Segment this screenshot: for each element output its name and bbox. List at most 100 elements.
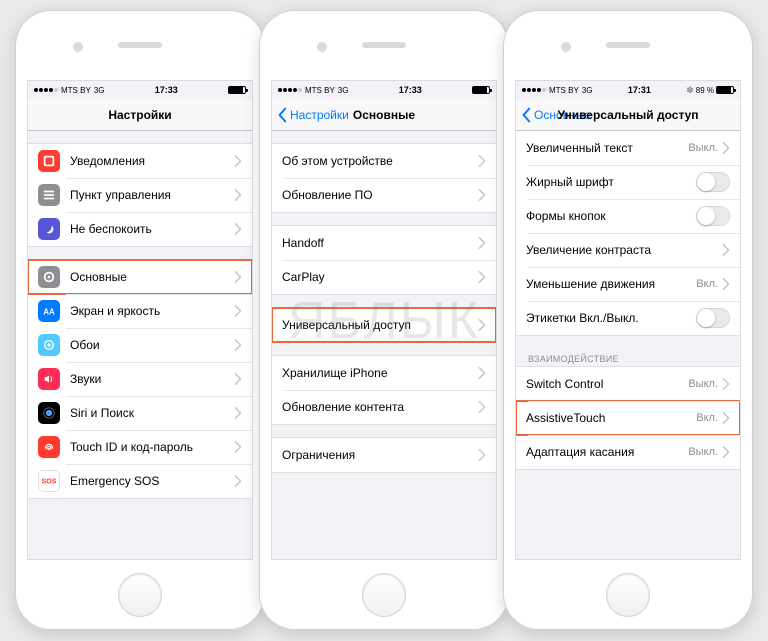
row-label: Адаптация касания [526,445,688,459]
row-label: Увеличенный текст [526,141,688,155]
chevron-icon [234,441,242,453]
settings-row[interactable]: Не беспокоить [28,212,252,246]
phone-3: MTS BY 3G 17:31 ✽ 89 % Основные Универса… [503,10,753,630]
phone-2: MTS BY 3G 17:33 Настройки Основные Об эт… [259,10,509,630]
network: 3G [94,86,105,95]
dnd-icon [38,218,60,240]
phone-top [503,10,753,80]
settings-row[interactable]: Siri и Поиск [28,396,252,430]
time: 17:33 [104,85,228,95]
battery-icon [228,86,246,94]
navbar: Настройки Основные [272,99,496,131]
settings-row[interactable]: Ограничения [272,438,496,472]
row-label: Этикетки Вкл./Выкл. [526,311,696,325]
back-label: Основные [534,108,591,122]
touchid-icon [38,436,60,458]
chevron-icon [234,475,242,487]
chevron-left-icon [520,107,532,123]
settings-row[interactable]: Обновление ПО [272,178,496,212]
chevron-icon [234,155,242,167]
nav-title: Настройки [28,108,252,122]
chevron-icon [478,367,486,379]
row-label: Уменьшение движения [526,277,696,291]
settings-row[interactable]: AssistiveTouchВкл. [516,401,740,435]
chevron-icon [478,237,486,249]
settings-row[interactable]: Этикетки Вкл./Выкл. [516,301,740,335]
home-button[interactable] [606,573,650,617]
battery-icon [716,86,734,94]
time: 17:31 [592,85,686,95]
navbar: Настройки [28,99,252,131]
settings-row[interactable]: Формы кнопок [516,199,740,233]
chevron-icon [478,155,486,167]
settings-row[interactable]: Обои [28,328,252,362]
chevron-icon [478,319,486,331]
carrier: MTS BY [549,86,579,95]
settings-row[interactable]: Адаптация касанияВыкл. [516,435,740,469]
battery-icon [472,86,490,94]
settings-row[interactable]: Обновление контента [272,390,496,424]
navbar: Основные Универсальный доступ [516,99,740,131]
row-value: Вкл. [696,412,718,424]
row-label: Жирный шрифт [526,175,696,189]
settings-row[interactable]: SOSEmergency SOS [28,464,252,498]
chevron-icon [234,189,242,201]
toggle[interactable] [696,206,730,226]
row-label: CarPlay [282,270,478,284]
settings-row[interactable]: AAЭкран и яркость [28,294,252,328]
chevron-icon [234,373,242,385]
settings-row[interactable]: Уведомления [28,144,252,178]
settings-row[interactable]: Увеличенный текстВыкл. [516,131,740,165]
settings-row[interactable]: Хранилище iPhone [272,356,496,390]
status-bar: MTS BY 3G 17:33 [272,81,496,99]
chevron-icon [478,449,486,461]
row-label: AssistiveTouch [526,411,696,425]
sounds-icon [38,368,60,390]
settings-row[interactable]: Touch ID и код-пароль [28,430,252,464]
settings-row[interactable]: Switch ControlВыкл. [516,367,740,401]
settings-row[interactable]: Увеличение контраста [516,233,740,267]
phone-top [15,10,265,80]
time: 17:33 [348,85,472,95]
row-label: Уведомления [70,154,234,168]
row-label: Touch ID и код-пароль [70,440,234,454]
row-value: Выкл. [688,378,718,390]
battery-percent: 89 % [696,86,714,95]
row-label: Увеличение контраста [526,243,722,257]
settings-row[interactable]: Пункт управления [28,178,252,212]
carrier: MTS BY [305,86,335,95]
toggle[interactable] [696,308,730,328]
row-label: Экран и яркость [70,304,234,318]
settings-row[interactable]: Звуки [28,362,252,396]
network: 3G [338,86,349,95]
back-button[interactable]: Основные [516,107,591,123]
phone-1: MTS BY 3G 17:33 Настройки Уведомления Пун… [15,10,265,630]
settings-row[interactable]: Жирный шрифт [516,165,740,199]
row-label: Звуки [70,372,234,386]
home-button[interactable] [362,573,406,617]
settings-row[interactable]: Об этом устройстве [272,144,496,178]
settings-row[interactable]: CarPlay [272,260,496,294]
chevron-icon [234,223,242,235]
chevron-icon [722,278,730,290]
chevron-icon [722,378,730,390]
carrier: MTS BY [61,86,91,95]
settings-row[interactable]: Универсальный доступ [272,308,496,342]
row-label: Формы кнопок [526,209,696,223]
bluetooth-icon: ✽ [686,85,694,96]
toggle[interactable] [696,172,730,192]
screen-2: MTS BY 3G 17:33 Настройки Основные Об эт… [271,80,497,560]
settings-row[interactable]: Handoff [272,226,496,260]
row-label: Ограничения [282,448,478,462]
settings-row[interactable]: Основные [28,260,252,294]
row-label: Пункт управления [70,188,234,202]
row-label: Siri и Поиск [70,406,234,420]
settings-row[interactable]: Уменьшение движенияВкл. [516,267,740,301]
home-button[interactable] [118,573,162,617]
row-label: Основные [70,270,234,284]
status-bar: MTS BY 3G 17:33 [28,81,252,99]
back-button[interactable]: Настройки [272,107,349,123]
chevron-icon [722,446,730,458]
screen-1: MTS BY 3G 17:33 Настройки Уведомления Пун… [27,80,253,560]
back-label: Настройки [290,108,349,122]
